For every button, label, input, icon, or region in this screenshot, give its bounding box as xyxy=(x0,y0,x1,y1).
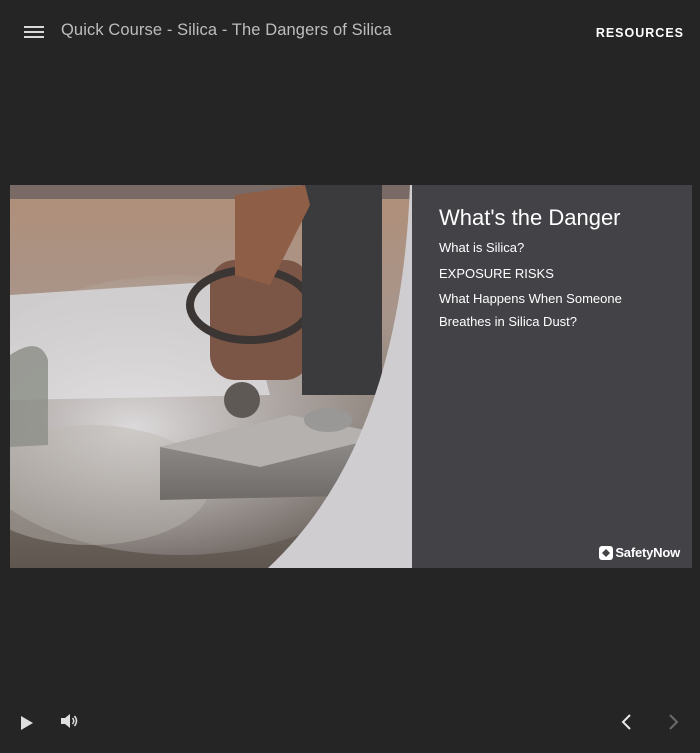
next-icon[interactable] xyxy=(668,713,680,731)
link-breathes-silica-line2[interactable]: Breathes in Silica Dust? xyxy=(439,314,577,329)
play-icon[interactable] xyxy=(20,715,34,731)
safetynow-logo-icon xyxy=(599,545,614,560)
previous-icon[interactable] xyxy=(620,713,632,731)
slide: What's the Danger What is Silica? EXPOSU… xyxy=(10,185,692,568)
brand-name: SafetyNow xyxy=(615,545,680,560)
resources-button[interactable]: RESOURCES xyxy=(596,26,684,40)
brand-logo: SafetyNow xyxy=(599,545,680,560)
link-exposure-risks[interactable]: EXPOSURE RISKS xyxy=(439,266,554,281)
slide-photo xyxy=(10,185,412,568)
volume-icon[interactable] xyxy=(60,713,80,729)
slide-title: What's the Danger xyxy=(439,205,621,230)
link-breathes-silica-line1[interactable]: What Happens When Someone xyxy=(439,291,622,306)
menu-button[interactable] xyxy=(24,24,44,40)
link-what-is-silica[interactable]: What is Silica? xyxy=(439,240,524,255)
hamburger-icon xyxy=(24,26,44,28)
course-title: Quick Course - Silica - The Dangers of S… xyxy=(61,21,392,39)
course-player: Quick Course - Silica - The Dangers of S… xyxy=(0,0,700,753)
